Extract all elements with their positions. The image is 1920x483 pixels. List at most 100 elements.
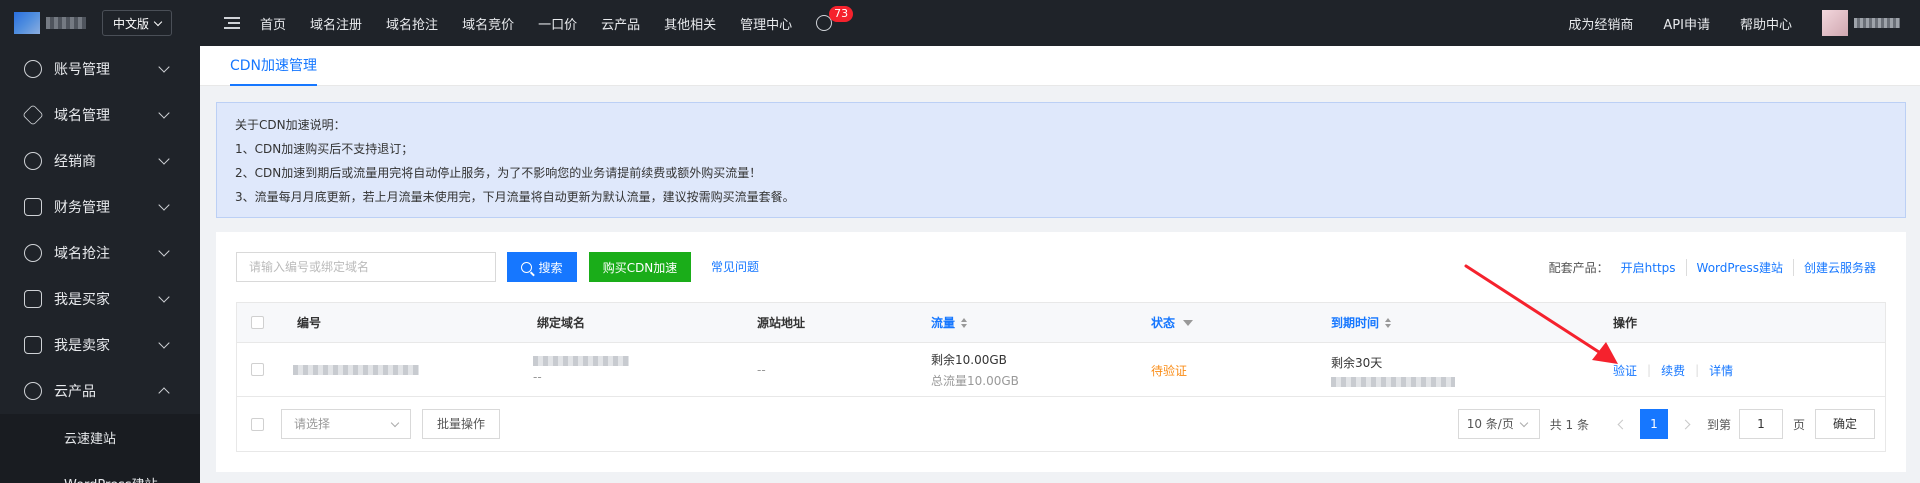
cell-traffic: 剩余10.00GB 总流量10.00GB <box>931 343 1019 397</box>
page-size-select[interactable]: 10 条/页 <box>1457 409 1540 439</box>
top-nav: 首页 域名注册 域名抢注 域名竞价 一口价 云产品 其他相关 管理中心 73 <box>224 0 854 46</box>
sidebar-item-finance[interactable]: 财务管理 <box>0 184 200 230</box>
cdn-list-panel: 请输入编号或绑定域名 搜索 购买CDN加速 常见问题 配套产品： 开启https… <box>216 232 1906 472</box>
sidebar-item-dealer[interactable]: 经销商 <box>0 138 200 184</box>
sidebar-item-label: 云产品 <box>54 384 96 400</box>
sidebar-item-label: 经销商 <box>54 154 96 170</box>
message-icon[interactable]: 73 <box>816 6 854 31</box>
user-icon <box>24 60 42 78</box>
logo-text-blurred <box>46 17 86 29</box>
batch-operation-button[interactable]: 批量操作 <box>422 409 500 439</box>
select-all-checkbox[interactable] <box>251 316 264 329</box>
notice-line: 3、流量每月月底更新，若上月流量未使用完，下月流量将自动更新为默认流量，建议按需… <box>235 190 795 204</box>
col-expire-label: 到期时间 <box>1331 316 1380 330</box>
blurred-expire-date <box>1331 376 1455 387</box>
tab-cdn-management[interactable]: CDN加速管理 <box>230 46 318 86</box>
chevron-down-icon <box>153 17 163 26</box>
nav-domain-auction[interactable]: 域名竞价 <box>462 14 514 33</box>
batch-select[interactable]: 请选择 <box>281 409 411 439</box>
expire-remaining: 剩余30天 <box>1331 355 1383 370</box>
page-number-current[interactable]: 1 <box>1639 409 1668 439</box>
col-status[interactable]: 状态 <box>1151 303 1194 343</box>
sidebar-item-label: 我是买家 <box>54 292 110 308</box>
nav-become-dealer[interactable]: 成为经销商 <box>1568 14 1633 33</box>
avatar[interactable] <box>1822 10 1848 36</box>
cell-origin: -- <box>757 363 766 377</box>
chevron-down-icon <box>158 199 170 211</box>
status-badge: 待验证 <box>1151 363 1188 378</box>
nav-domain-snatch[interactable]: 域名抢注 <box>386 14 438 33</box>
related-link-wordpress[interactable]: WordPress建站 <box>1685 258 1793 276</box>
cell-id <box>293 343 419 397</box>
table-footer: 请选择 批量操作 10 条/页 共 1 条 1 到第 1 页 确定 <box>237 397 1885 453</box>
sidebar-item-account[interactable]: 账号管理 <box>0 46 200 92</box>
notice-title: 关于CDN加速说明： <box>235 118 346 132</box>
notice-line: 1、CDN加速购买后不支持退订； <box>235 142 414 156</box>
sidebar-item-domains[interactable]: 域名管理 <box>0 92 200 138</box>
buy-cdn-button[interactable]: 购买CDN加速 <box>589 252 691 282</box>
chevron-down-icon <box>158 153 170 165</box>
notice-line: 2、CDN加速到期后或流量用完将自动停止服务，为了不影响您的业务请提前续费或额外… <box>235 166 762 180</box>
sort-icon[interactable] <box>1385 318 1392 328</box>
next-page-icon[interactable] <box>1680 419 1691 429</box>
divider: | <box>1695 363 1700 377</box>
cell-expire: 剩余30天 <box>1331 343 1455 397</box>
col-expire[interactable]: 到期时间 <box>1331 303 1392 343</box>
col-traffic[interactable]: 流量 <box>931 303 968 343</box>
chevron-down-icon <box>158 291 170 303</box>
total-count: 共 1 条 <box>1549 417 1589 432</box>
sidebar-item-snatch[interactable]: 域名抢注 <box>0 230 200 276</box>
sidebar-item-seller[interactable]: 我是卖家 <box>0 322 200 368</box>
prev-page-icon[interactable] <box>1617 419 1628 429</box>
clock-icon <box>24 244 42 262</box>
verify-link[interactable]: 验证 <box>1613 362 1637 379</box>
message-count-badge: 73 <box>829 6 854 22</box>
goto-page-input[interactable]: 1 <box>1738 409 1783 439</box>
renew-link[interactable]: 续费 <box>1661 362 1685 379</box>
nav-api-apply[interactable]: API申请 <box>1663 14 1710 33</box>
sort-icon[interactable] <box>961 318 968 328</box>
col-status-label: 状态 <box>1151 316 1176 330</box>
top-bar: 中文版 首页 域名注册 域名抢注 域名竞价 一口价 云产品 其他相关 管理中心 … <box>0 0 1920 46</box>
chevron-down-icon <box>1519 418 1528 428</box>
traffic-total: 总流量10.00GB <box>931 374 1019 388</box>
col-ops: 操作 <box>1613 316 1638 330</box>
search-input[interactable]: 请输入编号或绑定域名 <box>236 252 496 282</box>
nav-others[interactable]: 其他相关 <box>664 14 716 33</box>
chevron-down-icon <box>158 245 170 257</box>
nav-domain-register[interactable]: 域名注册 <box>310 14 362 33</box>
cell-domain: -- <box>533 343 629 397</box>
top-right-nav: 成为经销商 API申请 帮助中心 <box>1568 0 1920 46</box>
nav-fixed-price[interactable]: 一口价 <box>538 14 577 33</box>
search-button[interactable]: 搜索 <box>507 252 577 282</box>
nav-management-center[interactable]: 管理中心 <box>740 14 792 33</box>
sidebar-subitem-site-builder[interactable]: 云速建站 <box>0 414 200 460</box>
language-select[interactable]: 中文版 <box>102 10 173 36</box>
nav-cloud-products[interactable]: 云产品 <box>601 14 640 33</box>
traffic-remaining: 剩余10.00GB <box>931 353 1007 367</box>
related-link-cloud-server[interactable]: 创建云服务器 <box>1792 258 1886 276</box>
tab-bar: CDN加速管理 <box>200 46 1920 86</box>
sidebar-item-buyer[interactable]: 我是买家 <box>0 276 200 322</box>
sidebar-item-cloud[interactable]: 云产品 <box>0 368 200 414</box>
layers-icon <box>22 104 44 126</box>
logo[interactable] <box>0 0 92 46</box>
filter-icon[interactable] <box>1183 320 1194 326</box>
col-traffic-label: 流量 <box>931 316 956 330</box>
buyer-icon <box>24 290 42 308</box>
dealer-icon <box>24 152 42 170</box>
details-link[interactable]: 详情 <box>1709 362 1733 379</box>
sidebar-item-label: 账号管理 <box>54 62 110 78</box>
sidebar-subitem-wordpress[interactable]: WordPress建站 <box>0 460 200 483</box>
faq-link[interactable]: 常见问题 <box>711 252 759 282</box>
goto-confirm-button[interactable]: 确定 <box>1815 409 1875 439</box>
chevron-down-icon <box>158 61 170 73</box>
nav-home[interactable]: 首页 <box>260 14 286 33</box>
related-link-https[interactable]: 开启https <box>1621 259 1686 276</box>
nav-help-center[interactable]: 帮助中心 <box>1740 14 1792 33</box>
menu-toggle-icon[interactable] <box>224 17 241 29</box>
footer-select-all-checkbox[interactable] <box>251 418 264 431</box>
row-checkbox[interactable] <box>251 363 264 376</box>
col-id: 编号 <box>297 316 322 330</box>
username-blurred[interactable] <box>1854 18 1900 28</box>
